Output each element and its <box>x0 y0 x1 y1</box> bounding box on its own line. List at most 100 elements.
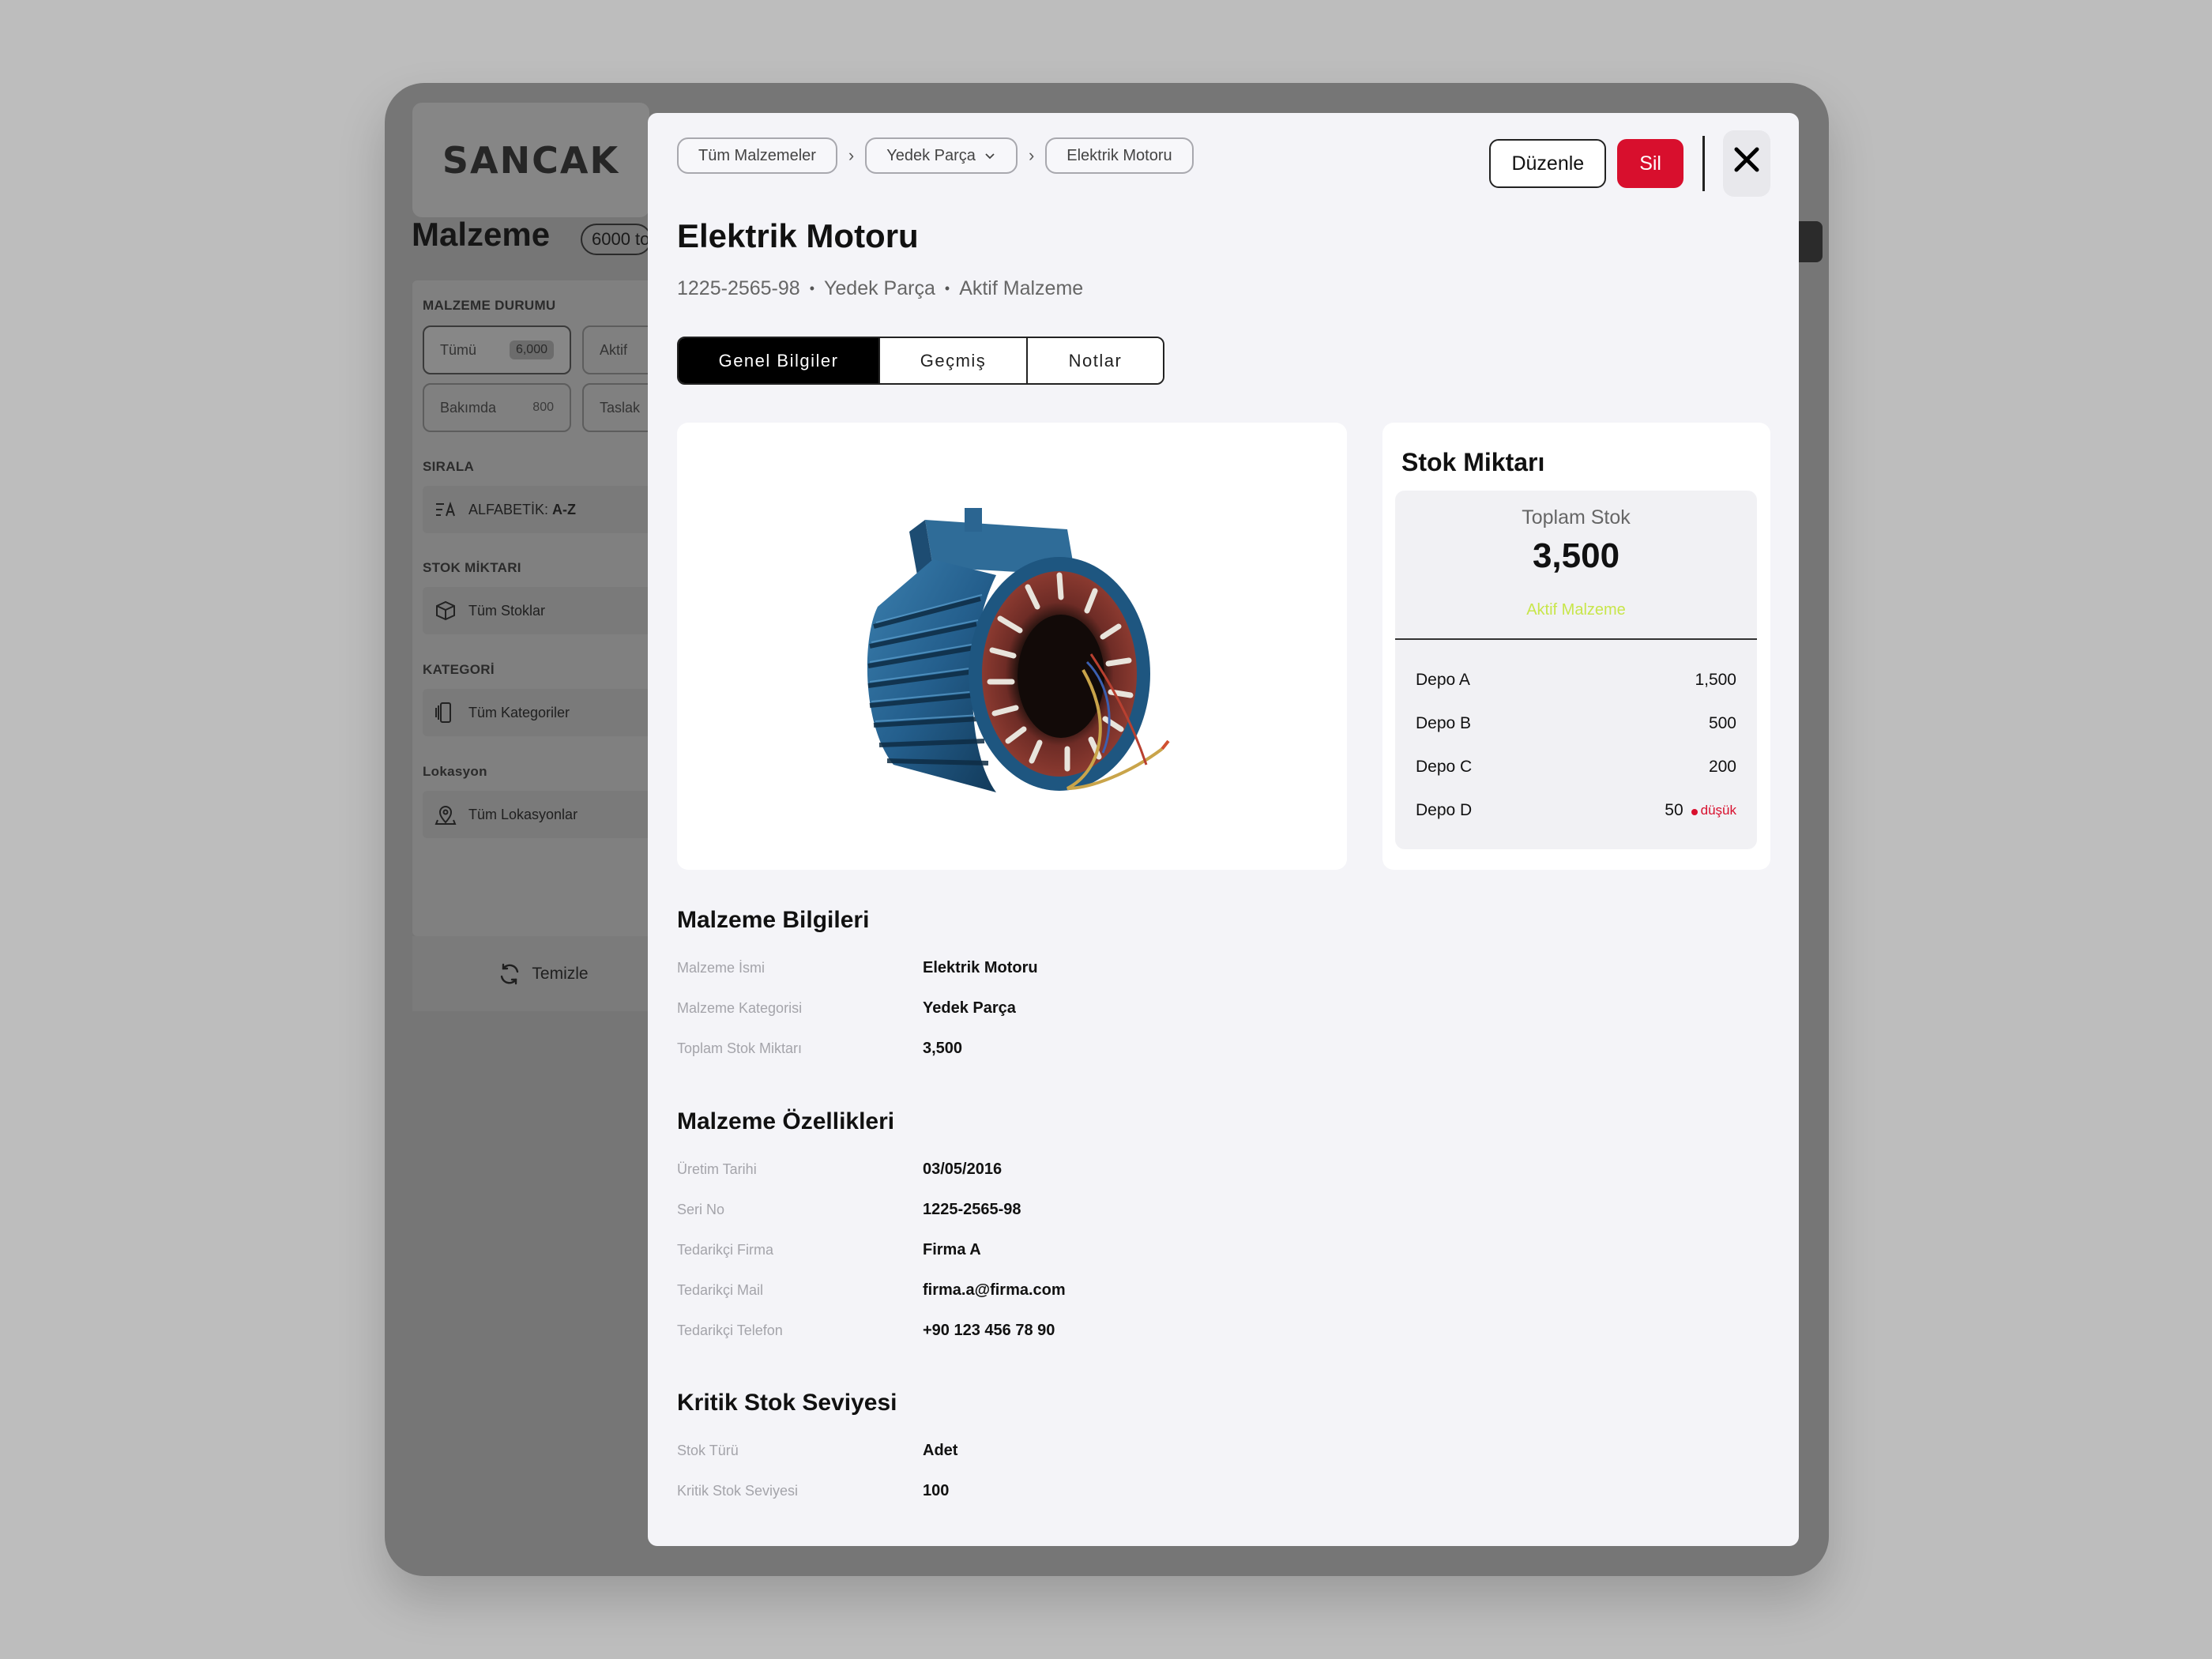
info-row: Malzeme Kategorisi Yedek Parça <box>677 999 1016 1018</box>
filter-section-location: Lokasyon <box>423 764 487 779</box>
material-detail-modal: Tüm Malzemeler › Yedek Parça › Elektrik … <box>648 113 1799 1546</box>
box-icon <box>436 600 455 621</box>
stock-card: Stok Miktarı Toplam Stok 3,500 Aktif Mal… <box>1382 423 1770 870</box>
product-image-card <box>677 423 1347 870</box>
page-title: Elektrik Motoru <box>677 217 919 254</box>
chip-label: Taslak <box>600 399 641 416</box>
layers-icon <box>435 702 451 723</box>
separator-dot: • <box>809 280 815 296</box>
modal-actions: Düzenle Sil <box>1489 130 1770 197</box>
close-button[interactable] <box>1723 130 1770 197</box>
breadcrumb-category-dropdown[interactable]: Yedek Parça <box>865 137 1018 174</box>
low-stock-badge: düşük <box>1691 803 1736 818</box>
depot-row: Depo A 1,500 <box>1416 664 1736 696</box>
depot-value: 200 <box>1708 758 1736 776</box>
info-value: Adet <box>923 1442 958 1459</box>
depot-name: Depo C <box>1416 758 1473 776</box>
info-row: Malzeme İsmi Elektrik Motoru <box>677 959 1038 977</box>
info-value: Yedek Parça <box>923 999 1016 1017</box>
info-value: 03/05/2016 <box>923 1161 1003 1178</box>
low-stock-dot <box>1691 809 1698 815</box>
chip-label: Bakımda <box>440 399 497 416</box>
sort-value: A-Z <box>552 501 577 517</box>
depot-row: Depo C 200 <box>1416 751 1736 783</box>
close-icon <box>1734 147 1759 172</box>
tab-general-info[interactable]: Genel Bilgiler <box>679 338 880 383</box>
depot-row: Depo D 50 düşük <box>1416 795 1736 826</box>
depot-value: 500 <box>1708 714 1736 732</box>
location-filter: Tüm Lokasyonlar <box>423 791 660 838</box>
refresh-icon <box>501 963 519 984</box>
breadcrumb: Tüm Malzemeler › Yedek Parça › Elektrik … <box>677 137 1194 174</box>
info-label: Üretim Tarihi <box>677 1161 757 1177</box>
info-label: Malzeme İsmi <box>677 960 766 976</box>
info-row: Toplam Stok Miktarı 3,500 <box>677 1040 962 1058</box>
info-label: Toplam Stok Miktarı <box>677 1040 803 1056</box>
logo-text: SANCAK <box>442 138 620 182</box>
filter-section-sort: SIRALA <box>423 459 475 474</box>
section-title-material-info: Malzeme Bilgileri <box>677 907 870 933</box>
breadcrumb-all-materials[interactable]: Tüm Malzemeler <box>677 137 837 174</box>
depot-name: Depo B <box>1416 714 1472 732</box>
breadcrumb-current-item[interactable]: Elektrik Motoru <box>1045 137 1194 174</box>
info-row: Kritik Stok Seviyesi 100 <box>677 1482 949 1500</box>
chip-label: Tümü <box>440 341 477 358</box>
tab-notes[interactable]: Notlar <box>1028 338 1163 383</box>
info-value: Elektrik Motoru <box>923 959 1038 976</box>
info-value: Firma A <box>923 1241 981 1258</box>
total-stock-label: Toplam Stok <box>1522 506 1631 529</box>
info-label: Seri No <box>677 1202 725 1217</box>
chevron-right-icon: › <box>1028 145 1035 165</box>
background-action-button <box>1799 221 1823 262</box>
filter-section-stock: STOK MİKTARI <box>423 560 521 575</box>
material-subline: 1225-2565-98 • Yedek Parça • Aktif Malze… <box>677 277 1083 300</box>
depot-value-group: 50 düşük <box>1665 801 1736 820</box>
sort-filter: ALFABETİK: A-Z <box>423 486 660 533</box>
tab-bar: Genel Bilgiler Geçmiş Notlar <box>677 337 1164 385</box>
filter-section-status: MALZEME DURUMU <box>423 298 556 313</box>
status-chip-maintenance: Bakımda 800 <box>423 383 571 432</box>
sort-alpha-icon <box>436 501 455 517</box>
stock-status-text: Aktif Malzeme <box>1526 601 1626 619</box>
info-label: Tedarikçi Firma <box>677 1242 774 1258</box>
section-title-material-properties: Malzeme Özellikleri <box>677 1108 895 1134</box>
depot-value: 1,500 <box>1695 671 1736 689</box>
category-filter-label: Tüm Kategoriler <box>468 704 570 720</box>
background-title: Malzeme <box>412 216 551 253</box>
info-row: Tedarikçi Telefon +90 123 456 78 90 <box>677 1322 1055 1340</box>
info-value: 3,500 <box>923 1040 963 1057</box>
stock-card-title: Stok Miktarı <box>1401 448 1545 476</box>
location-filter-label: Tüm Lokasyonlar <box>468 806 578 822</box>
chip-count: 800 <box>532 401 554 414</box>
chevron-down-icon <box>985 153 995 160</box>
low-stock-label: düşük <box>1700 803 1736 818</box>
clear-filters-button: Temizle <box>412 936 673 1011</box>
breadcrumb-label: Yedek Parça <box>886 146 976 164</box>
info-row: Stok Türü Adet <box>677 1442 957 1460</box>
info-row: Seri No 1225-2565-98 <box>677 1201 1021 1219</box>
location-pin-icon <box>434 806 457 825</box>
info-label: Stok Türü <box>677 1443 739 1458</box>
serial-number: 1225-2565-98 <box>677 277 800 299</box>
info-value: firma.a@firma.com <box>923 1281 1066 1299</box>
info-label: Tedarikçi Telefon <box>677 1322 783 1338</box>
delete-button[interactable]: Sil <box>1617 139 1683 188</box>
chip-label: Aktif <box>600 341 628 358</box>
info-value: 1225-2565-98 <box>923 1201 1021 1218</box>
edit-button[interactable]: Düzenle <box>1489 139 1607 188</box>
info-value: 100 <box>923 1482 950 1499</box>
tab-history[interactable]: Geçmiş <box>880 338 1028 383</box>
depot-value: 50 <box>1665 801 1683 819</box>
stock-filter-label: Tüm Stoklar <box>468 602 546 619</box>
section-title-critical-stock: Kritik Stok Seviyesi <box>677 1390 897 1416</box>
depot-row: Depo B 500 <box>1416 708 1736 739</box>
separator-dot: • <box>944 280 950 296</box>
category-name: Yedek Parça <box>824 277 935 299</box>
background-count-badge: 6000 to <box>581 224 652 255</box>
clear-filters-label: Temizle <box>532 964 589 983</box>
info-row: Tedarikçi Mail firma.a@firma.com <box>677 1281 1066 1300</box>
chip-count: 6,000 <box>509 340 554 359</box>
info-label: Malzeme Kategorisi <box>677 1000 803 1016</box>
breadcrumb-label: Tüm Malzemeler <box>698 146 816 164</box>
info-row: Üretim Tarihi 03/05/2016 <box>677 1161 1002 1179</box>
